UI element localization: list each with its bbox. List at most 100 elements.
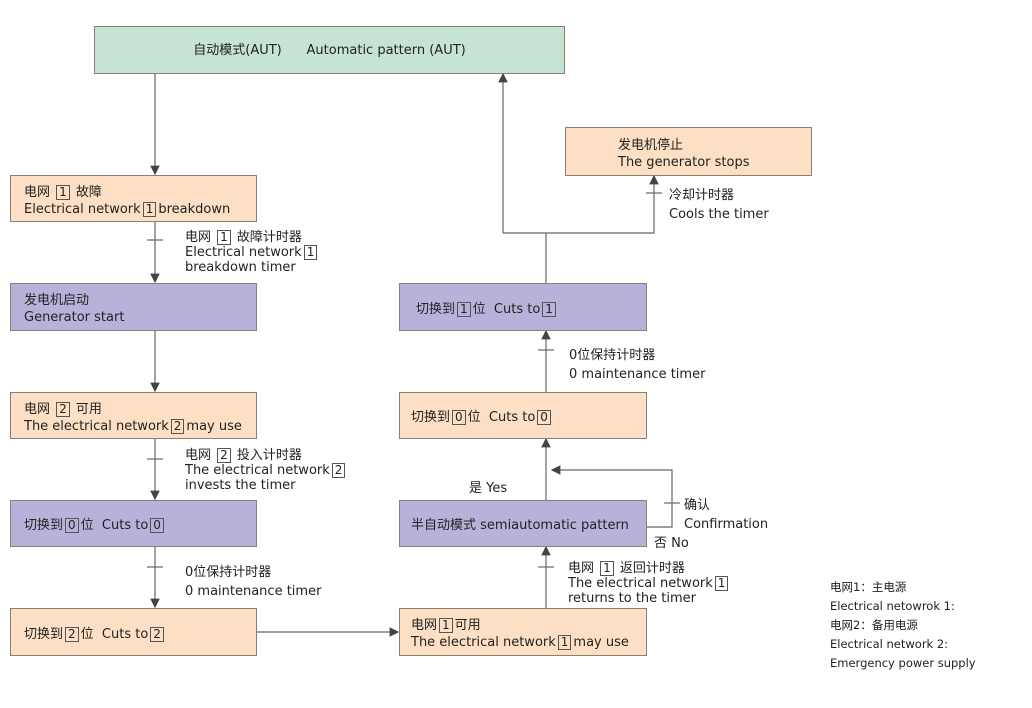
text-segment: 投入计时器 <box>232 448 302 463</box>
node-generator-start: 发电机启动 Generator start <box>10 283 257 331</box>
node-network1-breakdown: 电网 1 故障 Electrical network 1 breakdown <box>10 175 257 222</box>
text-segment: 自动模式(AUT) Automatic pattern (AUT) <box>193 42 466 58</box>
arrow-to-gen-stop <box>546 174 659 234</box>
boxed-number: 1 <box>600 561 614 576</box>
text-segment: 发电机启动 <box>24 293 90 308</box>
text-line: 电网 2 投入计时器 <box>185 448 347 463</box>
text-segment: 可用 <box>71 401 102 417</box>
boxed-number: 1 <box>217 230 231 245</box>
node-cut-to-0-right: 切换到 0 位 Cuts to 0 <box>399 392 647 439</box>
node-network1-usable: 电网 1 可用 The electrical network 1 may use <box>399 608 647 656</box>
text-line: 0 maintenance timer <box>185 582 321 601</box>
text-line: 半自动模式 semiautomatic pattern <box>411 517 646 534</box>
label-confirmation: 确认 Confirmation <box>684 496 768 534</box>
text-segment: 是 Yes <box>469 481 508 496</box>
boxed-number: 0 <box>65 518 79 533</box>
text-segment: 发电机停止 <box>618 137 684 153</box>
boxed-number: 2 <box>56 401 70 417</box>
boxed-number: 1 <box>542 301 556 317</box>
text-line: 切换到 2 位 Cuts to 2 <box>24 626 256 643</box>
text-segment: 否 No <box>654 536 689 551</box>
label-no: 否 No <box>654 536 689 551</box>
node-semiautomatic: 半自动模式 semiautomatic pattern <box>399 500 647 547</box>
text-segment: 位 Cuts to <box>80 626 149 642</box>
text-segment: 半自动模式 semiautomatic pattern <box>411 518 629 533</box>
legend-line: Electrical network 2: <box>830 637 949 651</box>
text-line: The electrical network 2 <box>185 463 347 478</box>
boxed-number: 0 <box>537 410 551 425</box>
node-cut-to-0-left: 切换到 0 位 Cuts to 0 <box>10 500 257 547</box>
text-segment: 电网 <box>568 561 599 576</box>
text-segment: Cools the timer <box>669 207 769 222</box>
label-yes: 是 Yes <box>469 481 507 496</box>
text-segment: 可用 <box>454 618 481 633</box>
node-cut-to-1: 切换到 1 位 Cuts to 1 <box>399 283 647 331</box>
text-line: 否 No <box>654 536 689 551</box>
text-line: 0位保持计时器 <box>569 346 705 365</box>
text-line: 电网 1 返回计时器 <box>568 561 730 576</box>
boxed-number: 0 <box>150 518 164 533</box>
text-line: 切换到 1 位 Cuts to 1 <box>416 301 646 318</box>
boxed-number: 1 <box>714 576 729 591</box>
text-line: 发电机启动 <box>24 292 256 309</box>
text-line: Cools the timer <box>669 205 769 224</box>
text-segment: 电网 <box>24 401 55 417</box>
label-invest-timer: 电网 2 投入计时器 The electrical network 2 invests… <box>185 448 347 493</box>
boxed-number: 2 <box>217 448 231 463</box>
text-line: Generator start <box>24 309 256 326</box>
text-segment: The generator stops <box>618 154 750 170</box>
text-segment: 位 Cuts to <box>80 518 149 533</box>
text-line: The electrical network 1 <box>568 576 730 591</box>
legend: 电网1：主电源 Electrical netowrok 1: 电网2：备用电源 … <box>830 578 976 673</box>
boxed-number: 2 <box>65 626 79 642</box>
text-line: The electrical network 2 may use <box>24 418 256 435</box>
text-line: invests the timer <box>185 478 347 493</box>
text-line: 电网 1 故障 <box>24 184 256 201</box>
text-segment: 0 maintenance timer <box>569 367 706 382</box>
text-segment: may use <box>186 418 242 434</box>
text-line: 电网 1 可用 <box>411 617 646 634</box>
text-line: Electrical network 1 <box>185 245 319 260</box>
text-segment: 故障计时器 <box>232 230 302 245</box>
text-line: 电网 2 可用 <box>24 401 256 418</box>
text-segment: 切换到 <box>416 301 456 317</box>
text-segment: 0位保持计时器 <box>185 565 272 580</box>
text-segment: The electrical network <box>185 463 330 478</box>
text-line: 切换到 0 位 Cuts to 0 <box>411 409 646 426</box>
text-segment: 切换到 <box>24 626 64 642</box>
text-segment: invests the timer <box>185 478 296 493</box>
text-segment: The electrical network <box>568 576 713 591</box>
text-segment: Generator start <box>24 310 125 325</box>
text-segment: breakdown timer <box>185 260 296 275</box>
node-automatic-mode: 自动模式(AUT) Automatic pattern (AUT) <box>94 26 565 74</box>
text-segment: 确认 <box>684 498 711 513</box>
label-breakdown-timer: 电网 1 故障计时器 Electrical network 1 breakdown t… <box>185 230 319 275</box>
legend-line: Emergency power supply <box>830 656 976 670</box>
legend-line: Electrical netowrok 1: <box>830 599 955 613</box>
boxed-number: 2 <box>150 626 164 642</box>
text-segment: 返回计时器 <box>615 561 685 576</box>
text-line: 切换到 0 位 Cuts to 0 <box>24 517 256 534</box>
text-segment: 切换到 <box>411 410 451 425</box>
text-line: returns to the timer <box>568 591 730 606</box>
text-line: breakdown timer <box>185 260 319 275</box>
boxed-number: 1 <box>557 635 572 650</box>
boxed-number: 1 <box>56 184 70 200</box>
boxed-number: 1 <box>142 201 157 217</box>
flowchart: 自动模式(AUT) Automatic pattern (AUT) 电网 1 故… <box>0 0 1032 708</box>
boxed-number: 1 <box>303 245 318 260</box>
text-segment: returns to the timer <box>568 591 697 606</box>
text-line: Electrical network 1 breakdown <box>24 201 256 218</box>
text-line: 发电机停止 <box>618 137 811 154</box>
text-segment: 冷却计时器 <box>669 188 735 203</box>
text-segment: 切换到 <box>24 518 64 533</box>
label-cooling-timer: 冷却计时器 Cools the timer <box>669 186 769 224</box>
boxed-number: 0 <box>452 410 466 425</box>
label-return-timer: 电网 1 返回计时器 The electrical network 1 returns… <box>568 561 730 606</box>
legend-line: 电网2：备用电源 <box>830 618 918 632</box>
node-network2-usable: 电网 2 可用 The electrical network 2 may use <box>10 392 257 439</box>
label-maintenance-timer-right: 0位保持计时器 0 maintenance timer <box>569 346 705 384</box>
text-segment: The electrical network <box>24 418 169 434</box>
text-line: 确认 <box>684 496 768 515</box>
text-segment: breakdown <box>158 201 231 217</box>
